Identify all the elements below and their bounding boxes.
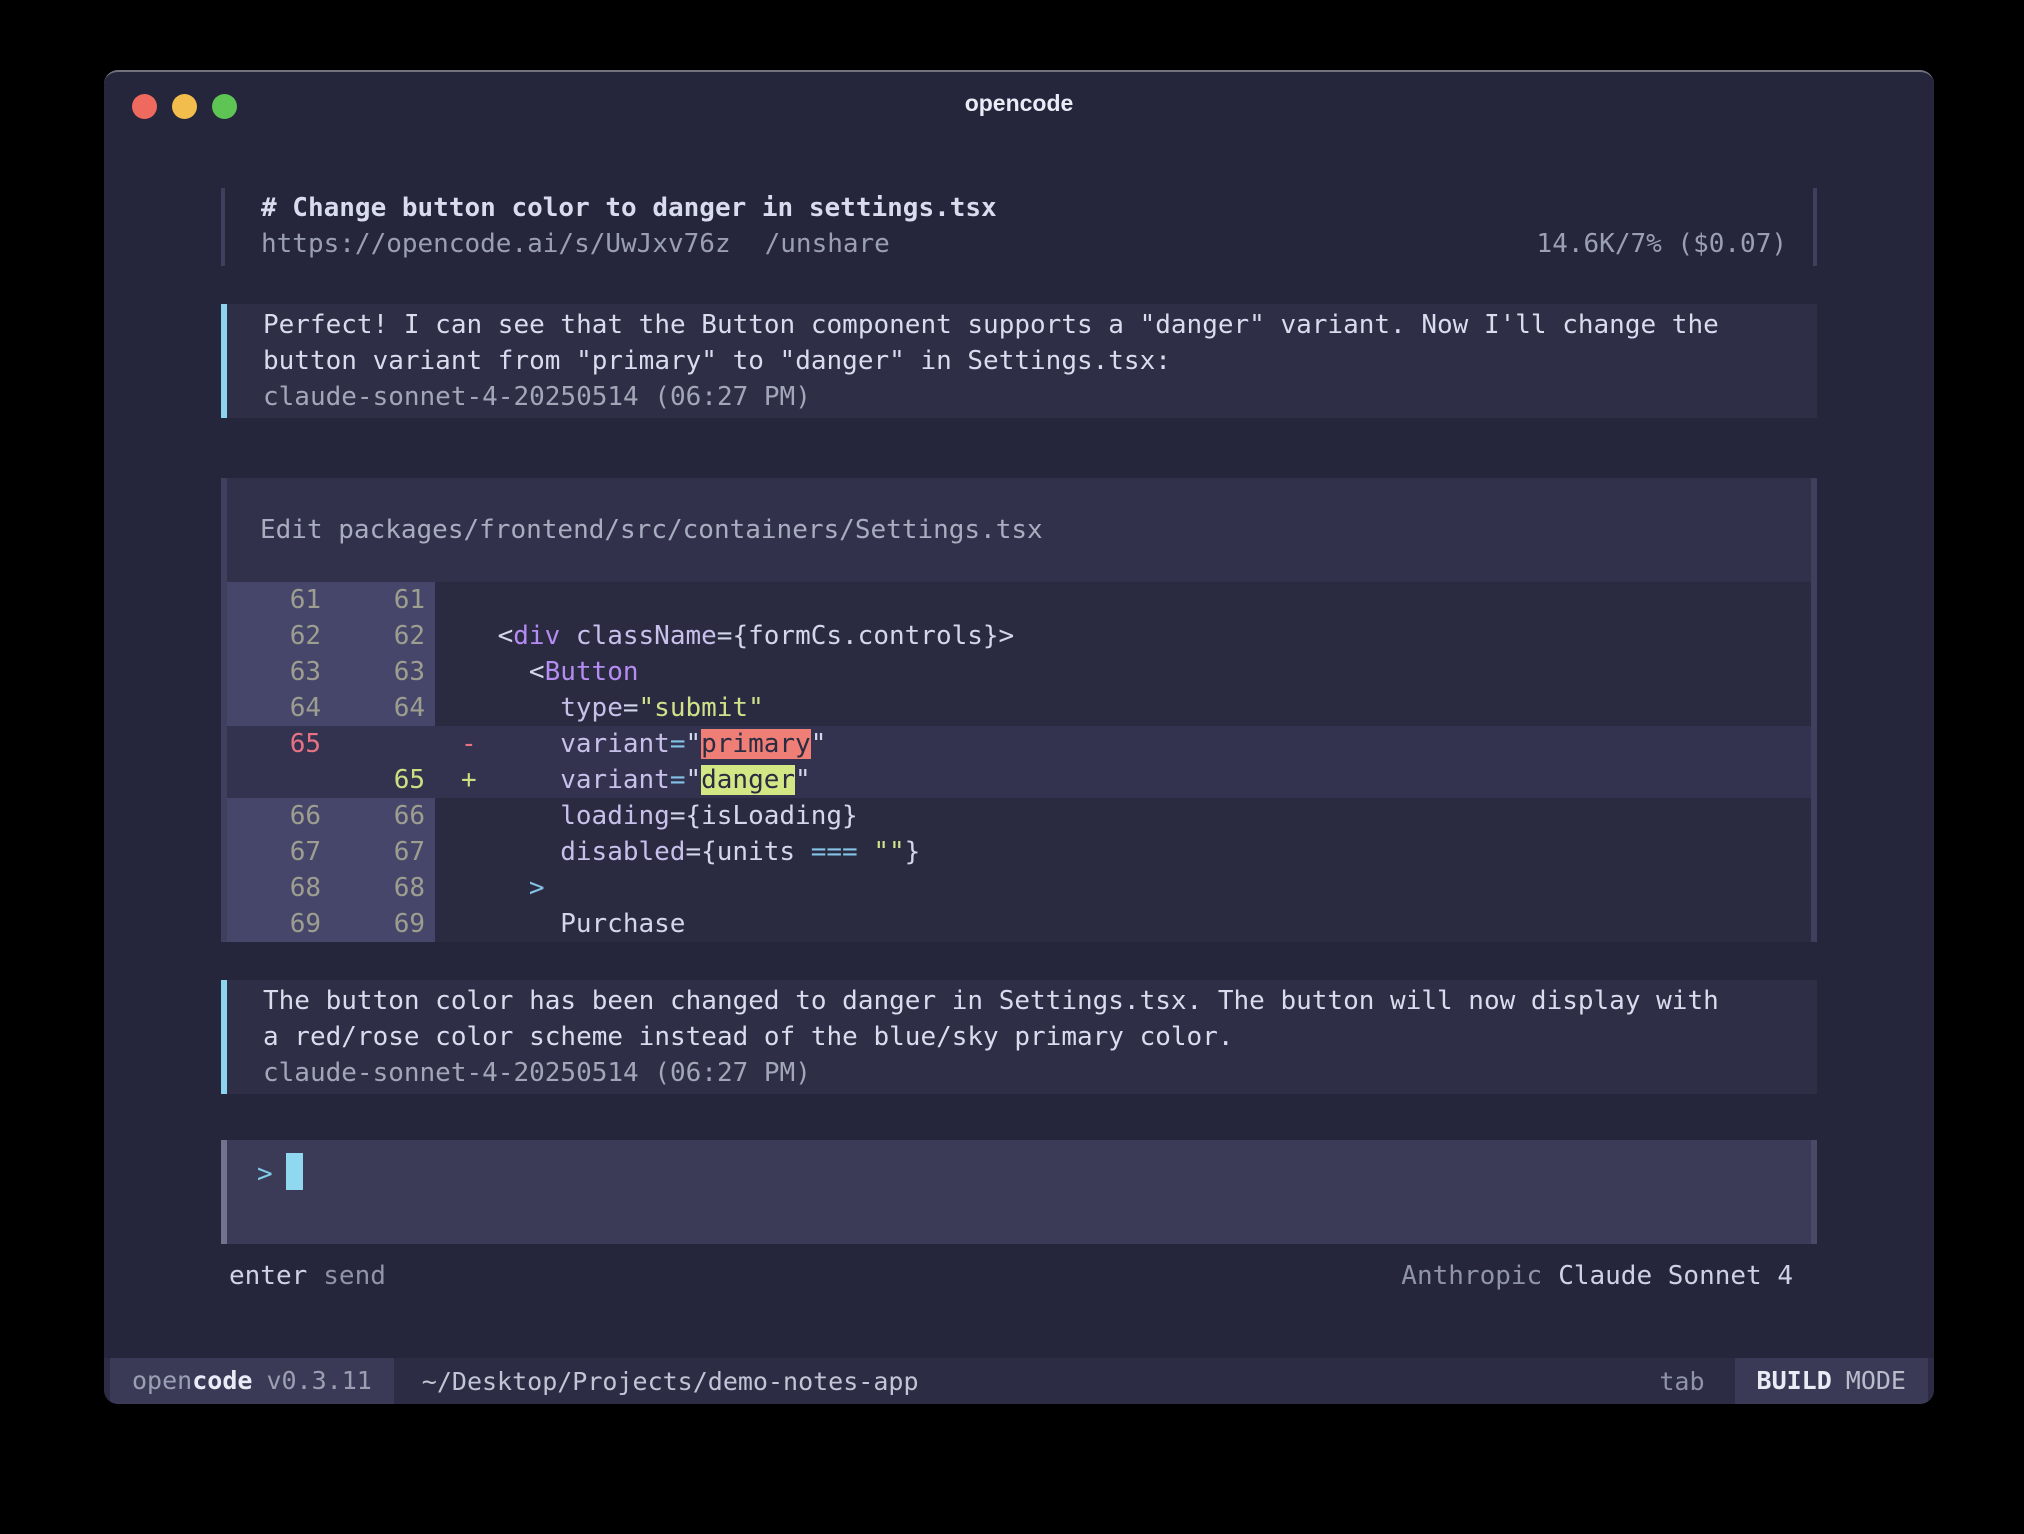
message-text-line: The button color has been changed to dan…: [263, 983, 1793, 1019]
tab-key-hint: tab: [1659, 1367, 1704, 1396]
diff-new-line-number: 63: [337, 654, 435, 690]
diff-old-line-number: 64: [227, 690, 337, 726]
diff-new-line-number: 69: [337, 906, 435, 942]
diff-code-cell: <div className={formCs.controls}>: [435, 618, 1811, 654]
diff-old-line-number: 65: [227, 726, 337, 762]
window-titlebar: opencode: [104, 72, 1934, 128]
diff-new-line-number: 66: [337, 798, 435, 834]
diff-change-marker: +: [461, 762, 477, 798]
diff-row: 6262 <div className={formCs.controls}>: [227, 618, 1811, 654]
diff-code-text: Purchase: [435, 909, 685, 939]
session-content: # Change button color to danger in setti…: [221, 128, 1817, 1294]
diff-row: 65 - variant="primary": [227, 726, 1811, 762]
diff-old-line-number: 62: [227, 618, 337, 654]
app-version-chip: opencode v0.3.11: [110, 1358, 394, 1404]
diff-change-marker: -: [461, 726, 477, 762]
diff-old-line-number: 68: [227, 870, 337, 906]
message-text-line: a red/rose color scheme instead of the b…: [263, 1019, 1793, 1055]
diff-code-text: variant="danger": [435, 765, 811, 795]
app-name-open: open: [132, 1366, 192, 1395]
desktop-background: opencode # Change button color to danger…: [0, 0, 2024, 1534]
diff-code-text: >: [435, 873, 545, 903]
mode-name: BUILD: [1757, 1366, 1832, 1395]
diff-code-cell: disabled={units === ""}: [435, 834, 1811, 870]
diff-code-text: type="submit": [435, 693, 764, 723]
diff-new-line-number: 62: [337, 618, 435, 654]
assistant-message: Perfect! I can see that the Button compo…: [221, 304, 1817, 418]
diff-code-cell: >: [435, 870, 1811, 906]
session-subheader: https://opencode.ai/s/UwJxv76z/unshare 1…: [261, 226, 1787, 262]
diff-row: 6969 Purchase: [227, 906, 1811, 942]
diff-code-cell: type="submit": [435, 690, 1811, 726]
diff-new-line-number: 61: [337, 582, 435, 618]
diff-row: 6363 <Button: [227, 654, 1811, 690]
message-model-meta: claude-sonnet-4-20250514 (06:27 PM): [263, 1055, 1793, 1091]
app-version: v0.3.11: [266, 1366, 371, 1395]
diff-new-line-number: 67: [337, 834, 435, 870]
working-directory: ~/Desktop/Projects/demo-notes-app: [422, 1367, 919, 1396]
diff-code-text: <div className={formCs.controls}>: [435, 621, 1014, 651]
model-name: Claude Sonnet 4: [1558, 1261, 1793, 1291]
diff-row: 6666 loading={isLoading}: [227, 798, 1811, 834]
prompt-symbol: >: [257, 1159, 273, 1189]
send-action-label: send: [323, 1261, 386, 1291]
diff-old-line-number: 63: [227, 654, 337, 690]
share-url-link[interactable]: https://opencode.ai/s/UwJxv76z: [261, 229, 731, 259]
enter-key-hint: enter: [229, 1261, 307, 1291]
diff-old-line-number: 66: [227, 798, 337, 834]
diff-row: 6161: [227, 582, 1811, 618]
opencode-window: opencode # Change button color to danger…: [104, 70, 1934, 1404]
share-row: https://opencode.ai/s/UwJxv76z/unshare: [261, 226, 890, 262]
diff-code-cell: [435, 582, 1811, 618]
text-cursor: [286, 1153, 303, 1190]
diff-row: 6868 >: [227, 870, 1811, 906]
diff-code-cell: loading={isLoading}: [435, 798, 1811, 834]
diff-old-line-number: [227, 762, 337, 798]
diff-row: 65+ variant="danger": [227, 762, 1811, 798]
diff-new-line-number: 65: [337, 762, 435, 798]
edit-tool-title: Edit packages/frontend/src/containers/Se…: [227, 478, 1811, 582]
mode-indicator[interactable]: BUILD MODE: [1735, 1358, 1928, 1404]
diff-view: 61616262 <div className={formCs.controls…: [227, 582, 1811, 942]
diff-code-text: variant="primary": [435, 729, 826, 759]
mode-label: MODE: [1846, 1366, 1906, 1395]
window-title: opencode: [104, 90, 1934, 117]
edit-tool-card: Edit packages/frontend/src/containers/Se…: [221, 478, 1817, 942]
send-hint: enter send: [229, 1258, 386, 1294]
provider-name: Anthropic: [1401, 1261, 1542, 1291]
diff-old-line-number: 69: [227, 906, 337, 942]
diff-new-line-number: [337, 726, 435, 762]
diff-code-text: disabled={units === ""}: [435, 837, 920, 867]
diff-row: 6464 type="submit": [227, 690, 1811, 726]
diff-new-line-number: 64: [337, 690, 435, 726]
diff-old-line-number: 61: [227, 582, 337, 618]
diff-code-cell: + variant="danger": [435, 762, 1811, 798]
diff-code-cell: Purchase: [435, 906, 1811, 942]
app-name-code: code: [192, 1366, 252, 1395]
model-indicator: Anthropic Claude Sonnet 4: [1401, 1258, 1793, 1294]
message-text-line: Perfect! I can see that the Button compo…: [263, 307, 1793, 343]
hints-row: enter send Anthropic Claude Sonnet 4: [221, 1258, 1817, 1294]
status-bar: opencode v0.3.11 ~/Desktop/Projects/demo-…: [104, 1358, 1934, 1404]
message-model-meta: claude-sonnet-4-20250514 (06:27 PM): [263, 379, 1793, 415]
unshare-command[interactable]: /unshare: [765, 229, 890, 259]
diff-row: 6767 disabled={units === ""}: [227, 834, 1811, 870]
context-usage-stats: 14.6K/7% ($0.07): [1537, 226, 1787, 262]
assistant-message: The button color has been changed to dan…: [221, 980, 1817, 1094]
prompt-input[interactable]: >: [221, 1140, 1817, 1244]
diff-old-line-number: 67: [227, 834, 337, 870]
session-title: # Change button color to danger in setti…: [261, 190, 1787, 226]
diff-code-cell: - variant="primary": [435, 726, 1811, 762]
diff-code-text: <Button: [435, 657, 639, 687]
diff-code-cell: <Button: [435, 654, 1811, 690]
diff-code-text: loading={isLoading}: [435, 801, 858, 831]
session-header: # Change button color to danger in setti…: [221, 188, 1817, 266]
message-text-line: button variant from "primary" to "danger…: [263, 343, 1793, 379]
diff-new-line-number: 68: [337, 870, 435, 906]
